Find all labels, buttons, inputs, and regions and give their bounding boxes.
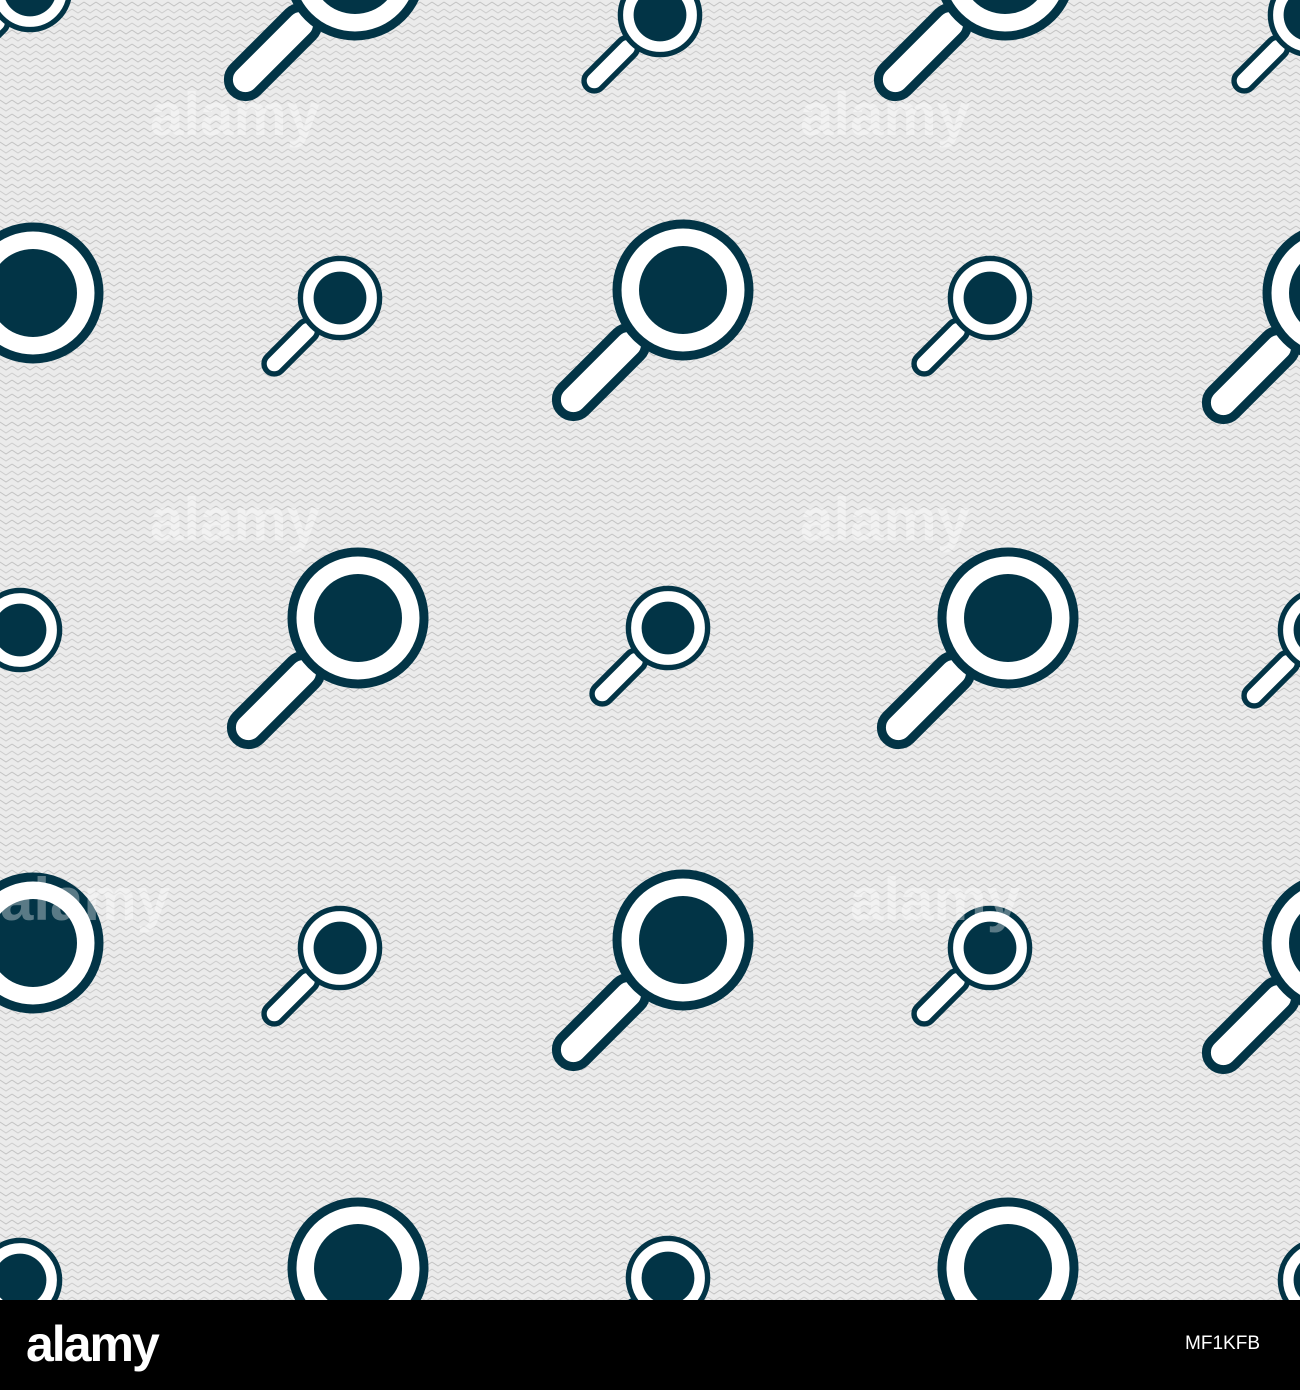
magnifier-lens xyxy=(963,921,1017,975)
magnifier-lens xyxy=(964,574,1052,662)
magnifier-lens xyxy=(313,921,367,975)
image-id: MF1KFB xyxy=(1185,1333,1260,1354)
magnifier-lens xyxy=(639,896,727,984)
magnifier-lens xyxy=(314,574,402,662)
footer-bar: alamy MF1KFB xyxy=(0,1300,1300,1390)
magnifier-lens xyxy=(641,601,695,655)
magnifier-lens xyxy=(313,271,367,325)
pattern-background: alamy alamy alamy alamy alamy alamy xyxy=(0,0,1300,1300)
magnifier-lens xyxy=(639,246,727,334)
magnifier-pattern xyxy=(0,0,1300,1300)
magnifier-lens xyxy=(963,271,1017,325)
brand-logo[interactable]: alamy xyxy=(26,1314,160,1374)
